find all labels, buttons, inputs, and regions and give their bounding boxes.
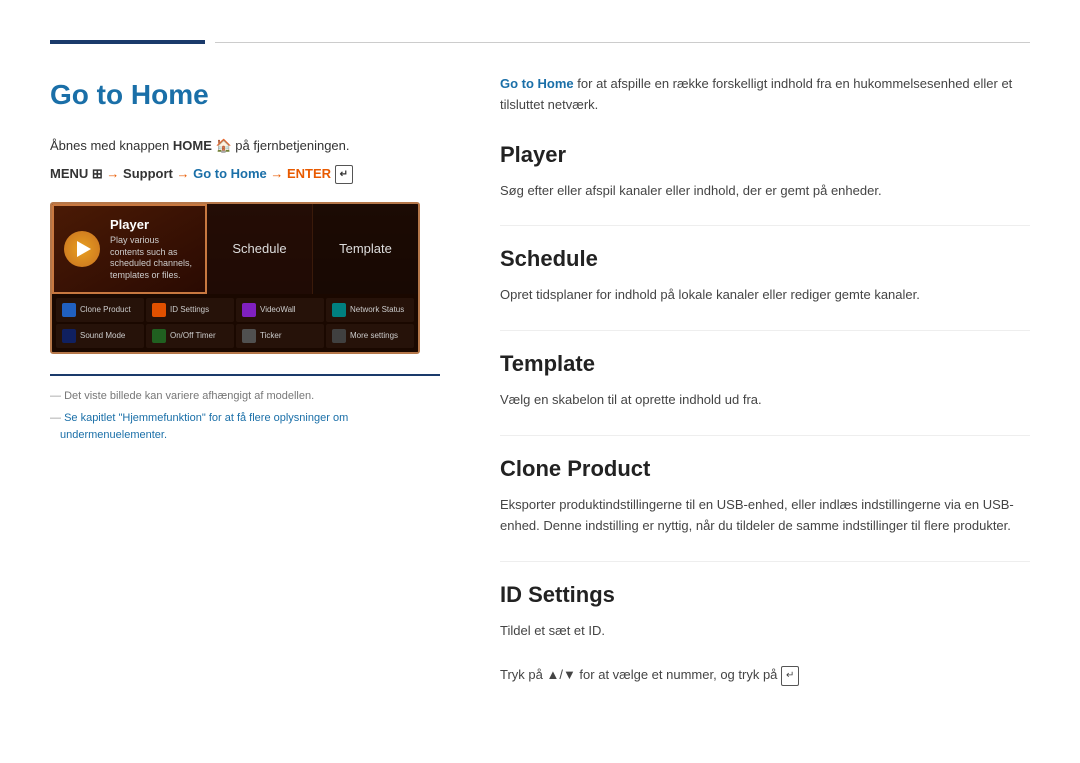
section-heading: Clone Product [500, 452, 1030, 485]
tv-grid-item-icon [152, 329, 166, 343]
right-intro-link[interactable]: Go to Home [500, 76, 574, 91]
tv-grid-item: ID Settings [146, 298, 234, 322]
enter-icon-inline: ↵ [781, 666, 799, 686]
section-divider [500, 330, 1030, 331]
tv-grid-item-icon [242, 303, 256, 317]
menu-go-to-home-link[interactable]: Go to Home [193, 166, 267, 181]
sections-container: Player Søg efter eller afspil kanaler ell… [500, 138, 1030, 687]
tv-grid-item-icon [332, 303, 346, 317]
tv-grid-item-icon [62, 329, 76, 343]
notes-section: Det viste billede kan variere afhængigt … [50, 374, 440, 444]
tv-grid-item-label: VideoWall [260, 304, 296, 316]
left-column: Go to Home Åbnes med knappen HOME 🏠 på f… [50, 74, 440, 692]
tv-player-title: Player [110, 215, 195, 235]
top-rule [50, 40, 1030, 44]
tv-grid-item: On/Off Timer [146, 324, 234, 348]
tv-grid-item-label: Sound Mode [80, 330, 125, 342]
tv-grid-item: More settings [326, 324, 414, 348]
tv-player-cell: Player Play various contents such as sch… [52, 204, 207, 294]
section-divider [500, 225, 1030, 226]
section-heading: Template [500, 347, 1030, 380]
tv-template-cell: Template [313, 204, 418, 294]
section-desc: Opret tidsplaner for indhold på lokale k… [500, 285, 1030, 306]
tv-grid-item-label: Network Status [350, 304, 404, 316]
main-layout: Go to Home Åbnes med knappen HOME 🏠 på f… [50, 74, 1030, 692]
tv-top-bar: Player Play various contents such as sch… [52, 204, 418, 294]
tv-grid-item-label: On/Off Timer [170, 330, 216, 342]
tv-grid-item: Sound Mode [56, 324, 144, 348]
tv-grid-item-label: More settings [350, 330, 398, 342]
tv-grid-item-icon [62, 303, 76, 317]
open-instruction: Åbnes med knappen HOME 🏠 på fjernbetjeni… [50, 136, 440, 156]
tv-grid-item: VideoWall [236, 298, 324, 322]
menu-path: MENU ⊞ → Support → Go to Home → ENTER ↵ [50, 164, 440, 184]
rule-blue [50, 40, 205, 44]
right-intro: Go to Home for at afspille en række fors… [500, 74, 1030, 116]
section-extra: Tryk på ▲/▼ for at vælge et nummer, og t… [500, 665, 1030, 686]
tv-grid-item: Clone Product [56, 298, 144, 322]
tv-grid-item-icon [242, 329, 256, 343]
tv-grid-item-icon [332, 329, 346, 343]
tv-player-text: Player Play various contents such as sch… [110, 215, 195, 281]
section-heading: ID Settings [500, 578, 1030, 611]
tv-grid-item-label: Clone Product [80, 304, 131, 316]
tv-grid-item-label: Ticker [260, 330, 281, 342]
section-desc: Vælg en skabelon til at oprette indhold … [500, 390, 1030, 411]
menu-icon: ⊞ [92, 166, 103, 181]
section-divider [500, 435, 1030, 436]
note2-link[interactable]: Se kapitlet "Hjemmefunktion" for at få f… [60, 412, 348, 441]
tv-grid-item-label: ID Settings [170, 304, 209, 316]
page-container: Go to Home Åbnes med knappen HOME 🏠 på f… [0, 0, 1080, 732]
section-desc: Eksporter produktindstillingerne til en … [500, 495, 1030, 537]
tv-schedule-label: Schedule [232, 239, 286, 259]
section-heading: Schedule [500, 242, 1030, 275]
tv-schedule-cell: Schedule [207, 204, 313, 294]
section-heading: Player [500, 138, 1030, 171]
section-divider [500, 561, 1030, 562]
page-title: Go to Home [50, 74, 440, 116]
tv-grid-item: Ticker [236, 324, 324, 348]
section-desc: Søg efter eller afspil kanaler eller ind… [500, 181, 1030, 202]
tv-player-subtitle: Play various contents such as scheduled … [110, 235, 195, 282]
tv-main-row: Player Play various contents such as sch… [52, 204, 418, 294]
tv-grid-item-icon [152, 303, 166, 317]
tv-screenshot: Player Play various contents such as sch… [50, 202, 420, 354]
rule-gray [215, 42, 1030, 43]
enter-icon: ↵ [335, 165, 353, 184]
section-desc: Tildel et sæt et ID. [500, 621, 1030, 642]
tv-template-label: Template [339, 239, 392, 259]
home-icon: 🏠 [212, 138, 232, 153]
right-intro-text: for at afspille en række forskelligt ind… [500, 76, 1012, 112]
note-2: Se kapitlet "Hjemmefunktion" for at få f… [50, 410, 440, 443]
tv-bottom-grid: Clone Product ID Settings VideoWall Network… [52, 294, 418, 352]
tv-grid-item: Network Status [326, 298, 414, 322]
tv-player-icon [64, 231, 100, 267]
note-1: Det viste billede kan variere afhængigt … [50, 388, 440, 405]
right-column: Go to Home for at afspille en række fors… [500, 74, 1030, 692]
